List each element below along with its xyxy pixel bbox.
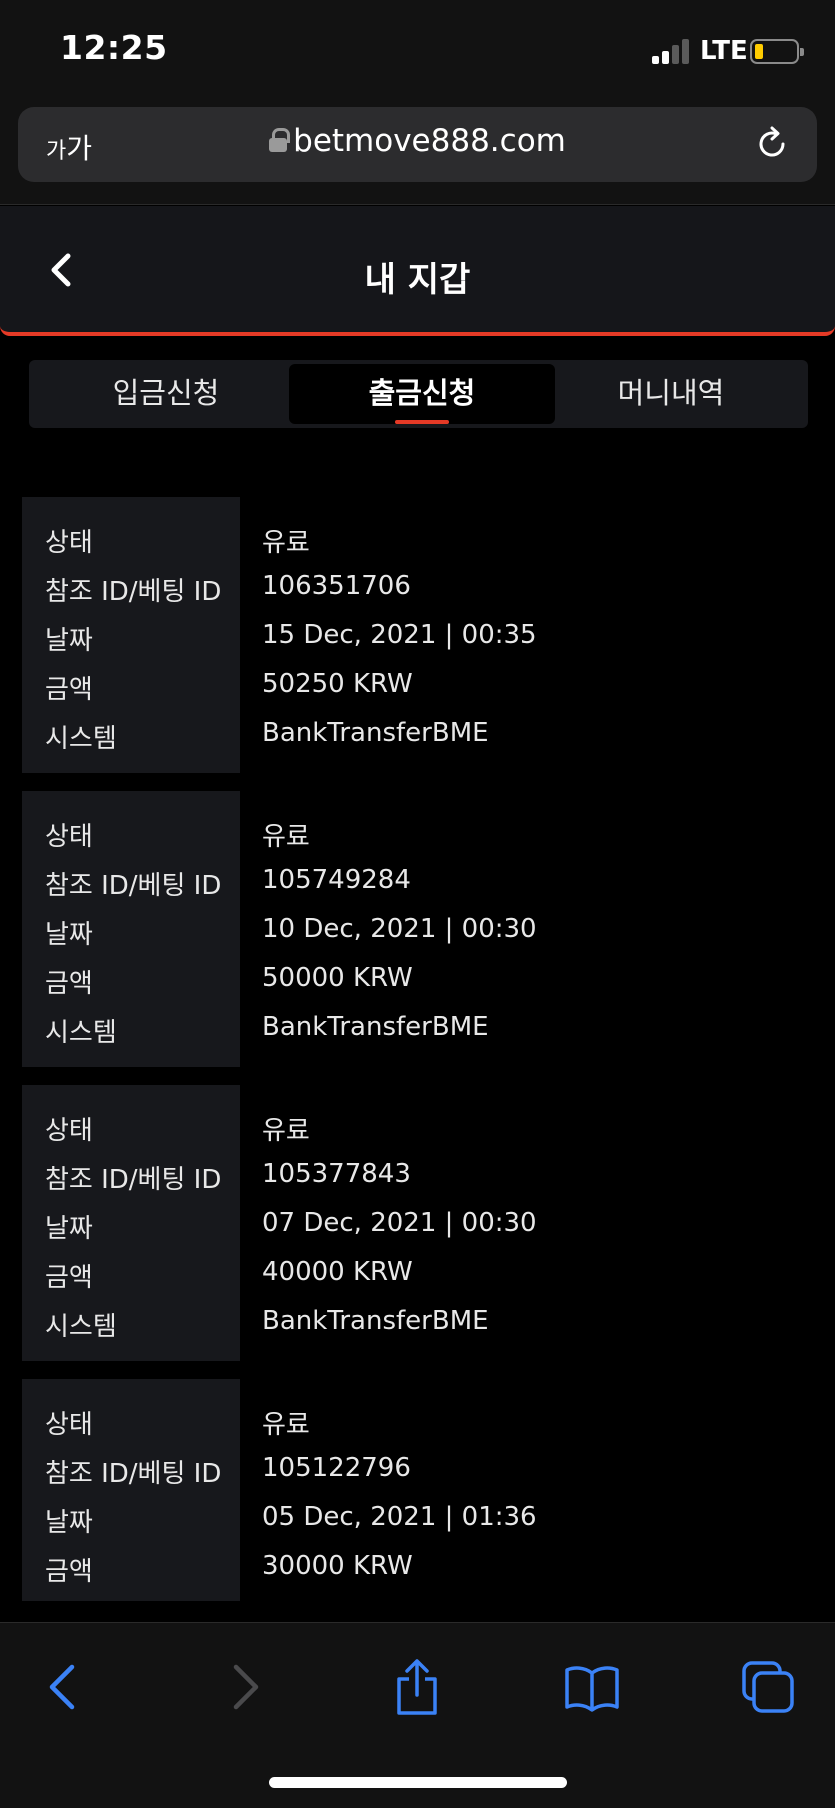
- tab-withdraw-label: 출금신청: [368, 376, 476, 410]
- signal-icon: [652, 38, 694, 64]
- tab-withdraw-request[interactable]: 출금신청: [289, 364, 555, 424]
- reload-icon[interactable]: [753, 125, 791, 163]
- forward-icon[interactable]: [218, 1659, 274, 1715]
- url-display[interactable]: betmove888.com: [18, 123, 817, 159]
- tab-deposit-request[interactable]: 입금신청: [33, 364, 299, 424]
- amount-label: 금액: [45, 1557, 93, 1587]
- withdrawal-record: 상태 유료 참조 ID/베팅 ID 105377843 날짜 07 Dec, 2021…: [22, 1085, 812, 1361]
- status-label: 상태: [45, 822, 93, 852]
- status-value: 유료: [262, 1410, 310, 1440]
- lock-icon: [269, 128, 291, 152]
- status-bar: 12:25 LTE: [0, 0, 835, 100]
- system-value: BankTransferBME: [262, 1012, 489, 1042]
- withdrawal-record: 상태 유료 참조 ID/베팅 ID 106351706 날짜 15 Dec, 2021…: [22, 497, 812, 773]
- status-time: 12:25: [60, 28, 168, 67]
- date-label: 날짜: [45, 1214, 93, 1244]
- amount-value: 30000 KRW: [262, 1551, 413, 1581]
- page-title: 내 지갑: [364, 260, 471, 300]
- active-tab-indicator: [395, 420, 449, 424]
- amount-label: 금액: [45, 1263, 93, 1293]
- tabs-icon[interactable]: [740, 1659, 796, 1715]
- amount-value: 50000 KRW: [262, 963, 413, 993]
- url-text: betmove888.com: [293, 123, 566, 159]
- bookmarks-icon[interactable]: [564, 1659, 620, 1715]
- status-label: 상태: [45, 1116, 93, 1146]
- share-icon[interactable]: [389, 1659, 445, 1715]
- date-label: 날짜: [45, 920, 93, 950]
- home-indicator: [269, 1777, 567, 1788]
- status-value: 유료: [262, 528, 310, 558]
- ref-id-value: 105749284: [262, 865, 411, 895]
- date-value: 07 Dec, 2021 | 00:30: [262, 1208, 537, 1238]
- amount-label: 금액: [45, 675, 93, 705]
- address-bar[interactable]: 가가 betmove888.com: [18, 107, 817, 182]
- system-label: 시스템: [45, 1312, 117, 1342]
- amount-value: 50250 KRW: [262, 669, 413, 699]
- date-label: 날짜: [45, 1508, 93, 1538]
- system-label: 시스템: [45, 724, 117, 754]
- ref-id-label: 참조 ID/베팅 ID: [45, 577, 222, 607]
- status-label: 상태: [45, 1410, 93, 1440]
- amount-value: 40000 KRW: [262, 1257, 413, 1287]
- withdrawal-record: 상태 유료 참조 ID/베팅 ID 105749284 날짜 10 Dec, 2021…: [22, 791, 812, 1067]
- status-label: 상태: [45, 528, 93, 558]
- date-label: 날짜: [45, 626, 93, 656]
- ref-id-label: 참조 ID/베팅 ID: [45, 1165, 222, 1195]
- battery-icon: [750, 39, 804, 64]
- ref-id-label: 참조 ID/베팅 ID: [45, 871, 222, 901]
- withdrawal-record: 상태 유료 참조 ID/베팅 ID 105122796 날짜 05 Dec, 2021…: [22, 1379, 812, 1601]
- page-header: 내 지갑: [0, 206, 835, 336]
- date-value: 05 Dec, 2021 | 01:36: [262, 1502, 537, 1532]
- system-value: BankTransferBME: [262, 1306, 489, 1336]
- ref-id-value: 105122796: [262, 1453, 411, 1483]
- ref-id-value: 105377843: [262, 1159, 411, 1189]
- date-value: 10 Dec, 2021 | 00:30: [262, 914, 537, 944]
- back-icon[interactable]: [36, 1659, 92, 1715]
- ref-id-value: 106351706: [262, 571, 411, 601]
- status-value: 유료: [262, 1116, 310, 1146]
- ref-id-label: 참조 ID/베팅 ID: [45, 1459, 222, 1489]
- browser-address-area: 가가 betmove888.com: [0, 100, 835, 205]
- wallet-tabs: 입금신청 출금신청 머니내역: [29, 360, 808, 428]
- status-value: 유료: [262, 822, 310, 852]
- system-value: BankTransferBME: [262, 718, 489, 748]
- amount-label: 금액: [45, 969, 93, 999]
- date-value: 15 Dec, 2021 | 00:35: [262, 620, 537, 650]
- network-label: LTE: [700, 36, 748, 66]
- tab-money-history[interactable]: 머니내역: [538, 364, 804, 424]
- system-label: 시스템: [45, 1018, 117, 1048]
